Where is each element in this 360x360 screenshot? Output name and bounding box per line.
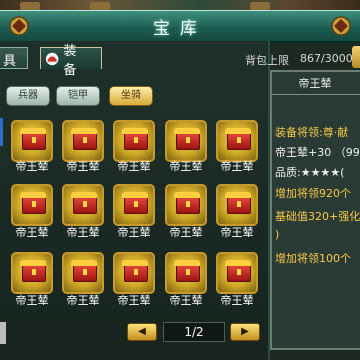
- imperial-carriage-icon: [20, 260, 46, 282]
- tab-tools-label: 具: [3, 54, 17, 69]
- filter-weapons[interactable]: 兵器: [6, 86, 50, 106]
- helmet-icon: [45, 52, 59, 65]
- dragon-ornament-icon: [331, 16, 351, 36]
- scroll-edge: [0, 118, 3, 146]
- imperial-carriage-icon: [122, 260, 148, 282]
- imperial-carriage-icon: [174, 128, 200, 150]
- window-title: 宝库: [153, 19, 207, 39]
- detail-line: 增加将领920个: [275, 187, 351, 200]
- item-slot[interactable]: [113, 184, 155, 226]
- detail-line: 增加将领100个: [275, 252, 351, 265]
- imperial-carriage-icon: [225, 192, 251, 214]
- item-slot[interactable]: [62, 252, 104, 294]
- bag-capacity-count: 867/3000: [300, 52, 353, 65]
- item-slot[interactable]: [216, 120, 258, 162]
- imperial-carriage-icon: [20, 192, 46, 214]
- imperial-carriage-icon: [174, 192, 200, 214]
- item-name: 帝王辇: [220, 160, 254, 173]
- detail-line: 装备将领:尊·献: [275, 126, 349, 139]
- detail-line: 品质:★★★★(: [275, 166, 345, 179]
- item-name: 帝王辇: [220, 226, 254, 239]
- item-slot[interactable]: [165, 120, 207, 162]
- item-slot[interactable]: [216, 252, 258, 294]
- imperial-carriage-icon: [71, 128, 97, 150]
- item-slot[interactable]: [113, 252, 155, 294]
- filter-armor[interactable]: 铠甲: [56, 86, 100, 106]
- item-name: 帝王辇: [15, 294, 49, 307]
- tab-tools[interactable]: 具: [0, 47, 28, 69]
- next-page-button[interactable]: ▶: [230, 323, 260, 341]
- detail-line: 基础值320+强化: [275, 210, 360, 223]
- imperial-carriage-icon: [225, 128, 251, 150]
- imperial-carriage-icon: [122, 192, 148, 214]
- tab-equipment-label: 装 备: [63, 43, 81, 78]
- item-name: 帝王辇: [169, 294, 203, 307]
- item-name: 帝王辇: [66, 294, 100, 307]
- item-name: 帝王辇: [15, 160, 49, 173]
- item-slot[interactable]: [216, 184, 258, 226]
- item-slot[interactable]: [62, 120, 104, 162]
- imperial-carriage-icon: [225, 260, 251, 282]
- imperial-carriage-icon: [174, 260, 200, 282]
- item-name: 帝王辇: [117, 160, 151, 173]
- item-name: 帝王辇: [15, 226, 49, 239]
- item-slot[interactable]: [113, 120, 155, 162]
- filter-mounts[interactable]: 坐骑: [109, 86, 153, 106]
- panel-edge: [0, 322, 6, 344]
- page-indicator: 1/2: [163, 322, 225, 342]
- imperial-carriage-icon: [20, 128, 46, 150]
- item-slot[interactable]: [62, 184, 104, 226]
- item-slot[interactable]: [165, 252, 207, 294]
- imperial-carriage-icon: [122, 128, 148, 150]
- item-name: 帝王辇: [66, 160, 100, 173]
- title-bar: 宝库: [0, 10, 360, 43]
- detail-line: 帝王辇+30 （99: [275, 146, 360, 159]
- divider: [272, 94, 360, 95]
- item-name: 帝王辇: [169, 226, 203, 239]
- item-slot[interactable]: [11, 184, 53, 226]
- expand-button[interactable]: [352, 46, 360, 68]
- item-name: 帝王辇: [66, 226, 100, 239]
- bag-capacity-label: 背包上限: [245, 54, 289, 67]
- item-name: 帝王辇: [220, 294, 254, 307]
- item-name: 帝王辇: [169, 160, 203, 173]
- tab-equipment[interactable]: 装 备: [40, 44, 102, 78]
- item-slot[interactable]: [165, 184, 207, 226]
- imperial-carriage-icon: [71, 192, 97, 214]
- item-name: 帝王辇: [117, 294, 151, 307]
- imperial-carriage-icon: [71, 260, 97, 282]
- item-slot[interactable]: [11, 120, 53, 162]
- prev-page-button[interactable]: ◀: [127, 323, 157, 341]
- detail-item-title: 帝王辇: [298, 77, 332, 90]
- item-slot[interactable]: [11, 252, 53, 294]
- detail-line: ): [275, 228, 280, 241]
- item-name: 帝王辇: [117, 226, 151, 239]
